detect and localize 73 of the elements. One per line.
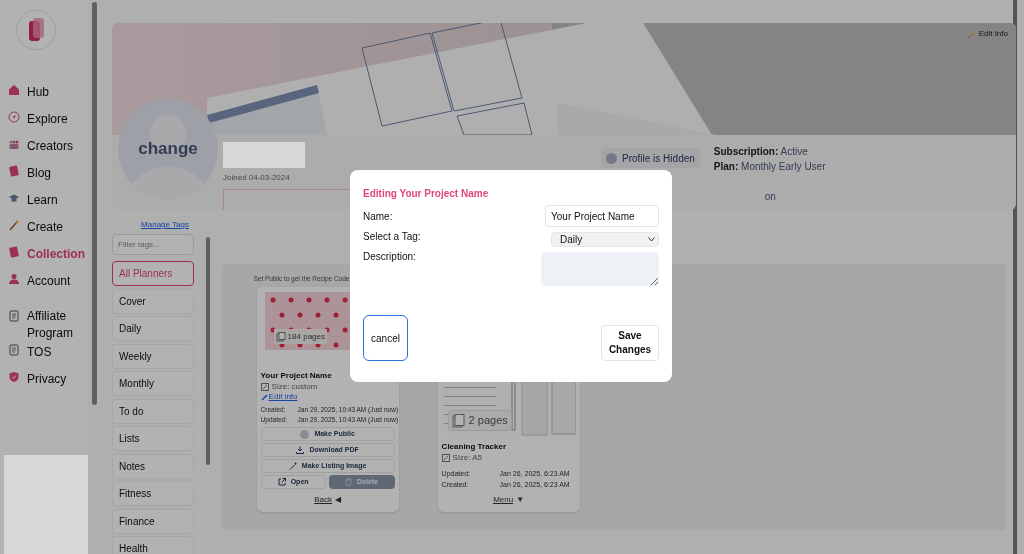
page-count-badge: 184 pages <box>273 329 327 344</box>
tag-filter-field[interactable]: Filter tags... <box>112 234 194 255</box>
nav-item[interactable]: Privacy <box>0 371 88 398</box>
chevron-down-icon <box>648 237 655 242</box>
person-icon <box>8 273 20 285</box>
scrollbar[interactable] <box>1013 0 1017 554</box>
nav-item[interactable]: Explore <box>0 111 88 138</box>
external-link-icon <box>277 478 286 486</box>
download-icon <box>296 446 305 454</box>
tag-button[interactable]: To do <box>112 398 194 424</box>
subscription-status: Subscription: Active <box>713 145 809 159</box>
edit-info-button[interactable]: Edit Info <box>965 28 1010 40</box>
book-icon <box>8 246 20 258</box>
tag-button[interactable]: Daily <box>112 316 194 341</box>
magic-wand-icon <box>8 219 20 231</box>
book-icon <box>8 165 20 177</box>
nav-item[interactable]: Affiliate Program <box>0 300 88 344</box>
tag-button[interactable]: Fitness <box>112 481 194 506</box>
resize-icon <box>441 454 450 462</box>
nav-item[interactable]: Creators <box>0 138 88 165</box>
dialog-title: Editing Your Project Name <box>363 187 490 201</box>
compass-icon <box>8 111 20 123</box>
description-field[interactable] <box>541 252 659 286</box>
visibility-toggle[interactable]: Profile is Hidden <box>601 148 700 168</box>
shield-icon <box>8 371 20 383</box>
field-label: Description: <box>363 251 416 263</box>
nav-item[interactable]: Create <box>0 219 88 246</box>
house-icon <box>8 84 20 96</box>
scrollbar[interactable] <box>91 2 97 405</box>
trash-icon <box>345 478 353 486</box>
tag-button[interactable]: Finance <box>112 508 194 534</box>
resize-icon <box>260 382 269 391</box>
manage-tags-link[interactable]: Manage Tags <box>141 220 189 230</box>
nav-item[interactable]: TOS <box>0 344 88 371</box>
toggle-link[interactable]: Back ◀ <box>314 494 341 506</box>
pages-icon <box>275 331 286 342</box>
field-label: Name: <box>363 211 393 223</box>
graduation-cap-icon <box>8 192 20 204</box>
pages-icon <box>451 413 466 428</box>
avatar[interactable]: change <box>118 99 218 199</box>
tag-button[interactable]: Health <box>112 536 194 554</box>
pencil-icon <box>260 393 268 401</box>
logo-icon <box>16 10 56 50</box>
document-icon <box>8 344 20 356</box>
nav-item[interactable]: Hub <box>0 84 88 111</box>
name-field[interactable]: Your Project Name <box>545 205 659 227</box>
page-count-badge: 2 pages <box>447 410 512 431</box>
joined-date: Joined 04-03-2024 <box>223 173 291 183</box>
tag-button[interactable]: Weekly <box>112 343 194 369</box>
toggle-link[interactable]: Menu ▼ <box>493 494 525 506</box>
plan-name: Plan: Monthly Early User <box>713 160 826 174</box>
magic-wand-icon <box>288 462 297 470</box>
project-title: Cleaning Tracker <box>441 442 508 452</box>
people-icon <box>8 138 20 150</box>
tag-button[interactable]: Notes <box>112 453 194 479</box>
document-icon <box>8 310 20 322</box>
tag-button[interactable]: Lists <box>112 426 194 451</box>
scrollbar[interactable] <box>205 237 210 465</box>
cancel-button[interactable]: cancel <box>363 315 408 361</box>
tag-button[interactable]: Monthly <box>112 371 194 396</box>
project-title: Your Project Name <box>260 371 333 381</box>
pencil-icon <box>967 30 976 38</box>
nav-item[interactable]: Blog <box>0 165 88 192</box>
tag-select[interactable]: Daily <box>551 232 659 247</box>
size-text: Size: A5 <box>452 452 482 464</box>
save-changes-button[interactable]: Save Changes <box>601 325 659 361</box>
tag-button[interactable]: Cover <box>112 288 194 314</box>
size-text: Size: custom <box>271 381 318 392</box>
nav-item[interactable]: Account <box>0 273 88 300</box>
subscription-text: on <box>764 191 777 203</box>
edit-info-link[interactable]: Edit info <box>260 392 298 402</box>
field-label: Select a Tag: <box>363 231 421 243</box>
nav-item[interactable]: Learn <box>0 192 88 219</box>
